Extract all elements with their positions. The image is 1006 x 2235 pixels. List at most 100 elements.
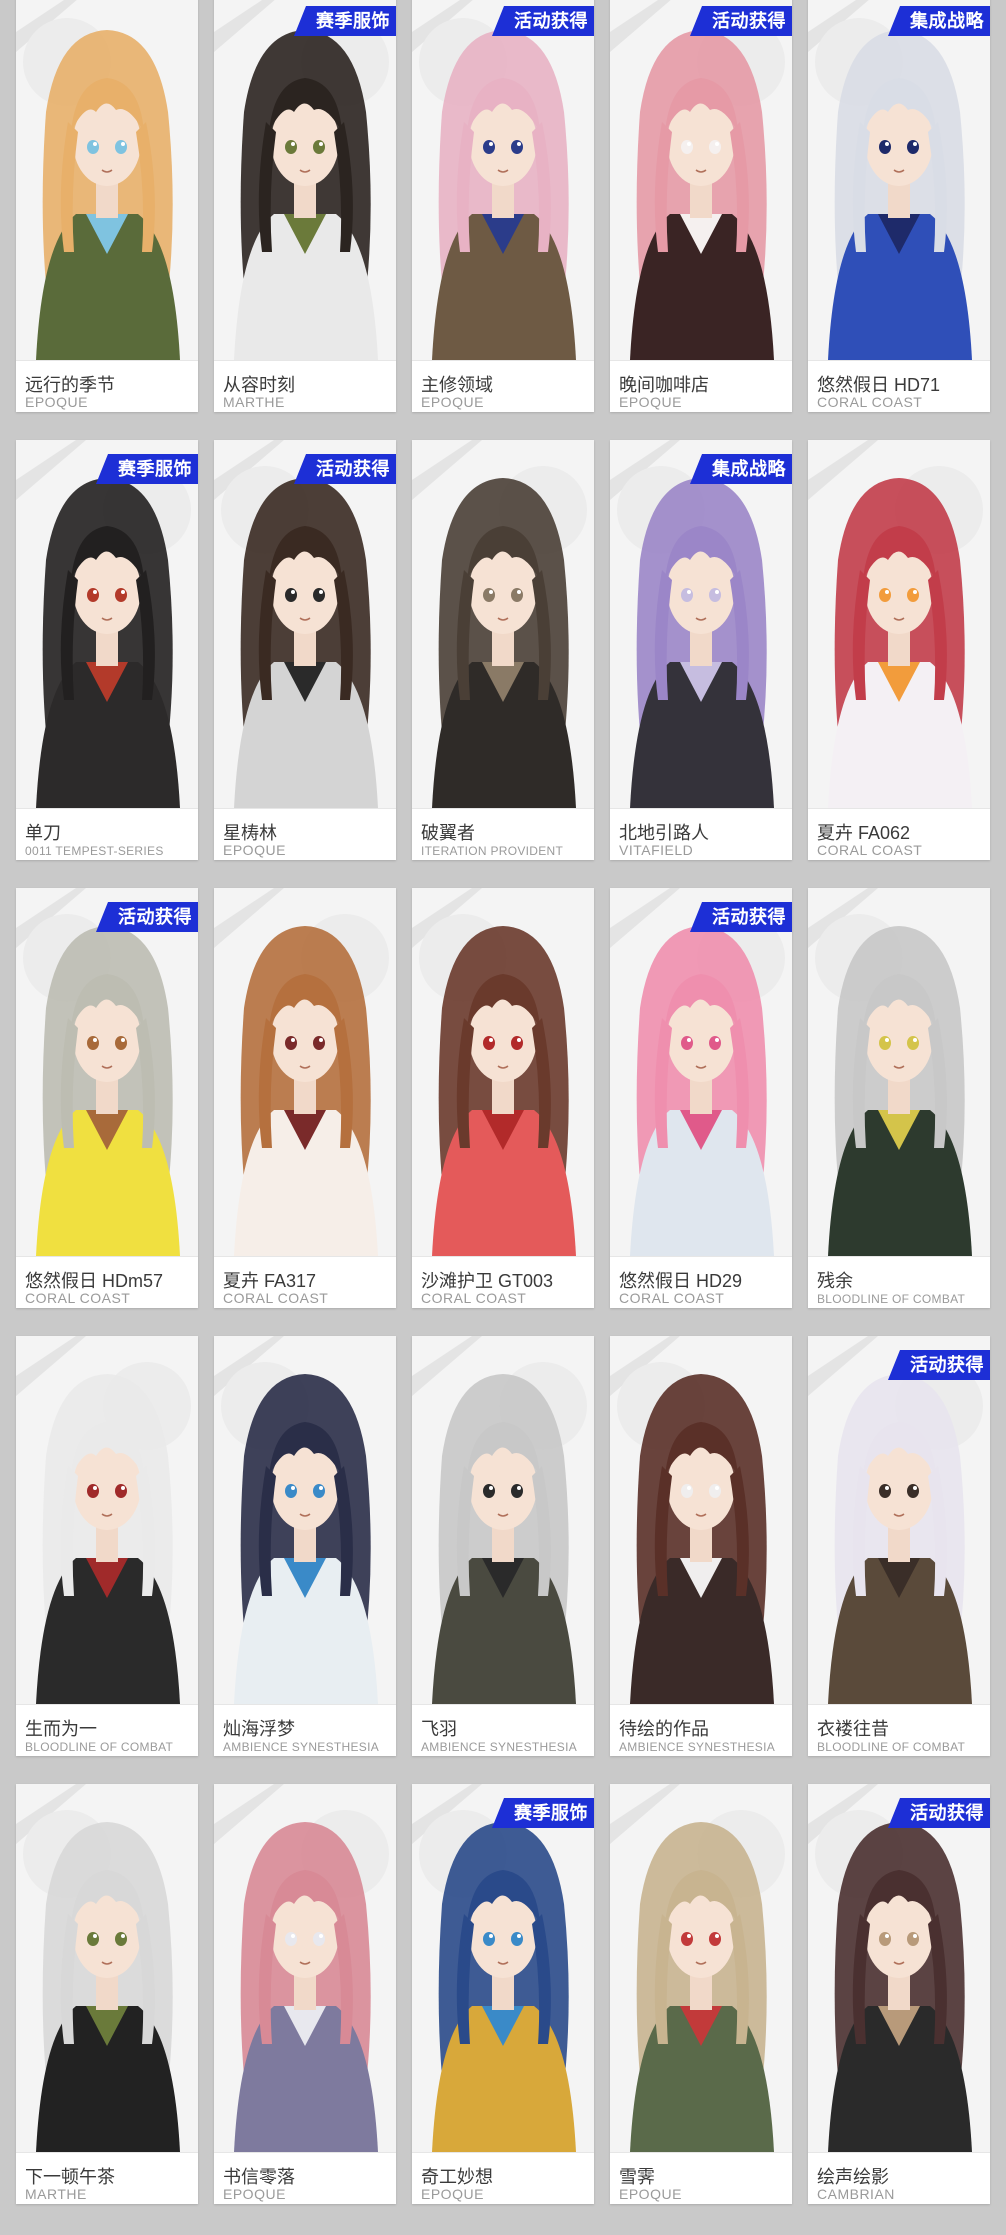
source-badge: 活动获得	[492, 6, 594, 36]
skin-caption: 从容时刻 MARTHE	[214, 360, 396, 412]
skin-card[interactable]: 活动获得 晚间咖啡店 EPOQUE	[610, 0, 792, 412]
source-badge: 赛季服饰	[492, 1798, 594, 1828]
skin-art	[412, 1784, 594, 2152]
skin-caption: 下一顿午茶 MARTHE	[16, 2152, 198, 2204]
skin-card[interactable]: 破翼者 ITERATION PROVIDENT	[412, 440, 594, 860]
character-portrait-icon	[16, 440, 198, 808]
skin-card[interactable]: 残余 BLOODLINE OF COMBAT	[808, 888, 990, 1308]
skin-name: 残余	[817, 1271, 853, 1291]
skin-card[interactable]: 活动获得 悠然假日 HD29 CORAL COAST	[610, 888, 792, 1308]
skin-caption: 灿海浮梦 AMBIENCE SYNESTHESIA	[214, 1704, 396, 1756]
skin-art	[808, 0, 990, 360]
skin-card[interactable]: 灿海浮梦 AMBIENCE SYNESTHESIA	[214, 1336, 396, 1756]
skin-caption: 书信零落 EPOQUE	[214, 2152, 396, 2204]
character-portrait-icon	[610, 1784, 792, 2152]
skin-art	[16, 1336, 198, 1704]
skin-card[interactable]: 夏卉 FA062 CORAL COAST	[808, 440, 990, 860]
skin-row: 赛季服饰 单刀 0011 TEMPEST-SERIES 活动获得 星梼林 EPOQUE 破翼…	[0, 440, 1006, 860]
character-portrait-icon	[16, 0, 198, 360]
skin-series-label: CORAL COAST	[619, 1290, 725, 1306]
skin-name: 衣褛往昔	[817, 1719, 889, 1739]
skin-name: 单刀	[25, 823, 61, 843]
skin-card[interactable]: 赛季服饰 从容时刻 MARTHE	[214, 0, 396, 412]
skin-art	[214, 440, 396, 808]
skin-name: 飞羽	[421, 1719, 457, 1739]
character-portrait-icon	[808, 1336, 990, 1704]
character-portrait-icon	[214, 1336, 396, 1704]
skin-card[interactable]: 飞羽 AMBIENCE SYNESTHESIA	[412, 1336, 594, 1756]
skin-art	[412, 440, 594, 808]
character-portrait-icon	[610, 1336, 792, 1704]
skin-card[interactable]: 赛季服饰 奇工妙想 EPOQUE	[412, 1784, 594, 2204]
skin-card[interactable]: 待绘的作品 AMBIENCE SYNESTHESIA	[610, 1336, 792, 1756]
skin-card[interactable]: 集成战略 北地引路人 VITAFIELD	[610, 440, 792, 860]
skin-card[interactable]: 远行的季节 EPOQUE	[16, 0, 198, 412]
skin-art	[610, 1336, 792, 1704]
character-portrait-icon	[610, 0, 792, 360]
skin-art	[808, 888, 990, 1256]
skin-caption: 悠然假日 HDm57 CORAL COAST	[16, 1256, 198, 1308]
skin-caption: 夏卉 FA062 CORAL COAST	[808, 808, 990, 860]
skin-card[interactable]: 沙滩护卫 GT003 CORAL COAST	[412, 888, 594, 1308]
skin-caption: 悠然假日 HD71 CORAL COAST	[808, 360, 990, 412]
character-portrait-icon	[214, 0, 396, 360]
skin-art	[16, 440, 198, 808]
skin-card[interactable]: 活动获得 绘声绘影 CAMBRIAN	[808, 1784, 990, 2204]
skin-card[interactable]: 赛季服饰 单刀 0011 TEMPEST-SERIES	[16, 440, 198, 860]
skin-card[interactable]: 雪霁 EPOQUE	[610, 1784, 792, 2204]
skin-caption: 待绘的作品 AMBIENCE SYNESTHESIA	[610, 1704, 792, 1756]
skin-caption: 绘声绘影 CAMBRIAN	[808, 2152, 990, 2204]
skin-card[interactable]: 集成战略 悠然假日 HD71 CORAL COAST	[808, 0, 990, 412]
character-portrait-icon	[808, 440, 990, 808]
skin-caption: 飞羽 AMBIENCE SYNESTHESIA	[412, 1704, 594, 1756]
skin-series-label: CORAL COAST	[223, 1290, 329, 1306]
skin-series-label: EPOQUE	[223, 842, 286, 858]
character-portrait-icon	[412, 1784, 594, 2152]
skin-caption: 雪霁 EPOQUE	[610, 2152, 792, 2204]
character-portrait-icon	[16, 888, 198, 1256]
skin-gallery-grid: 远行的季节 EPOQUE 赛季服饰 从容时刻 MARTHE 活动获得 主修领域 EPOQUE 活…	[0, 0, 1006, 2235]
skin-art	[808, 440, 990, 808]
character-portrait-icon	[808, 0, 990, 360]
skin-row: 活动获得 悠然假日 HDm57 CORAL COAST 夏卉 FA317 CORAL C…	[0, 888, 1006, 1308]
skin-series-label: 0011 TEMPEST-SERIES	[25, 844, 164, 858]
skin-series-label: AMBIENCE SYNESTHESIA	[619, 1740, 776, 1754]
character-portrait-icon	[16, 1784, 198, 2152]
character-portrait-icon	[610, 888, 792, 1256]
skin-caption: 单刀 0011 TEMPEST-SERIES	[16, 808, 198, 860]
skin-art	[16, 0, 198, 360]
character-portrait-icon	[412, 1336, 594, 1704]
skin-art	[610, 1784, 792, 2152]
skin-card[interactable]: 活动获得 星梼林 EPOQUE	[214, 440, 396, 860]
skin-art	[808, 1336, 990, 1704]
skin-series-label: VITAFIELD	[619, 842, 694, 858]
character-portrait-icon	[412, 440, 594, 808]
character-portrait-icon	[16, 1336, 198, 1704]
skin-card[interactable]: 夏卉 FA317 CORAL COAST	[214, 888, 396, 1308]
skin-card[interactable]: 活动获得 悠然假日 HDm57 CORAL COAST	[16, 888, 198, 1308]
skin-series-label: AMBIENCE SYNESTHESIA	[223, 1740, 380, 1754]
skin-card[interactable]: 活动获得 衣褛往昔 BLOODLINE OF COMBAT	[808, 1336, 990, 1756]
skin-card[interactable]: 生而为一 BLOODLINE OF COMBAT	[16, 1336, 198, 1756]
source-badge: 活动获得	[690, 902, 792, 932]
skin-series-label: CORAL COAST	[421, 1290, 527, 1306]
skin-art	[214, 1784, 396, 2152]
character-portrait-icon	[412, 0, 594, 360]
skin-series-label: EPOQUE	[619, 394, 682, 410]
character-portrait-icon	[610, 440, 792, 808]
skin-series-label: CORAL COAST	[817, 394, 923, 410]
skin-series-label: CAMBRIAN	[817, 2186, 895, 2202]
skin-card[interactable]: 活动获得 主修领域 EPOQUE	[412, 0, 594, 412]
skin-art	[214, 1336, 396, 1704]
skin-series-label: AMBIENCE SYNESTHESIA	[421, 1740, 578, 1754]
skin-series-label: BLOODLINE OF COMBAT	[25, 1740, 174, 1754]
character-portrait-icon	[412, 888, 594, 1256]
skin-series-label: BLOODLINE OF COMBAT	[817, 1740, 966, 1754]
skin-card[interactable]: 书信零落 EPOQUE	[214, 1784, 396, 2204]
skin-series-label: CORAL COAST	[817, 842, 923, 858]
skin-caption: 生而为一 BLOODLINE OF COMBAT	[16, 1704, 198, 1756]
skin-caption: 沙滩护卫 GT003 CORAL COAST	[412, 1256, 594, 1308]
skin-art	[16, 1784, 198, 2152]
skin-series-label: MARTHE	[25, 2186, 87, 2202]
skin-card[interactable]: 下一顿午茶 MARTHE	[16, 1784, 198, 2204]
